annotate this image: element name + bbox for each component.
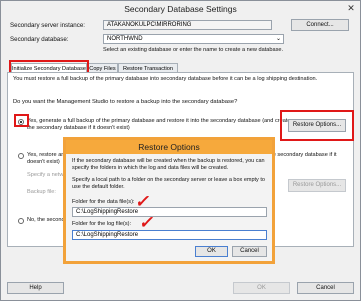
data-folder-label: Folder for the data file(s): bbox=[72, 199, 135, 205]
opt1-line2: the secondary database if it doesn't exi… bbox=[27, 125, 130, 131]
help-button[interactable]: Help bbox=[7, 282, 64, 294]
connect-button[interactable]: Connect... bbox=[291, 19, 349, 31]
dialog-ok-button[interactable]: OK bbox=[195, 246, 228, 257]
db-combo[interactable]: NORTHWND ⌄ bbox=[103, 34, 284, 44]
chevron-down-icon[interactable]: ⌄ bbox=[276, 35, 281, 42]
data-folder-input[interactable]: C:\LogShippingRestore bbox=[72, 207, 267, 217]
title-bar: Secondary Database Settings ✕ bbox=[1, 1, 360, 17]
dialog-cancel-button[interactable]: Cancel bbox=[232, 246, 267, 257]
restore-options-button-2[interactable]: Restore Options... bbox=[288, 179, 346, 192]
intro-text: You must restore a full backup of the pr… bbox=[13, 76, 318, 82]
dialog-title-bar: Restore Options bbox=[66, 140, 272, 154]
close-icon[interactable]: ✕ bbox=[346, 3, 356, 13]
radio-existing-backup[interactable] bbox=[18, 153, 24, 159]
log-folder-label: Folder for the log file(s): bbox=[72, 221, 132, 227]
dialog-text-1: If the secondary database will be create… bbox=[72, 158, 265, 171]
opt1-line1: Yes, generate a full backup of the prima… bbox=[27, 118, 291, 124]
db-combo-value: NORTHWND bbox=[107, 36, 143, 42]
server-label: Secondary server instance: bbox=[10, 22, 85, 29]
server-field: ATAKANOKULPC\MIRRORING bbox=[103, 20, 272, 30]
window-title: Secondary Database Settings bbox=[124, 4, 237, 14]
highlight-restore-options-box bbox=[280, 110, 354, 141]
db-hint: Select an existing database or enter the… bbox=[103, 47, 284, 53]
highlight-radio-box bbox=[14, 114, 29, 127]
opt2-line2: doesn't exist) bbox=[27, 159, 60, 165]
dialog-title: Restore Options bbox=[138, 142, 200, 152]
cancel-button[interactable]: Cancel bbox=[297, 282, 354, 294]
ok-button[interactable]: OK bbox=[233, 282, 290, 294]
question-text: Do you want the Management Studio to res… bbox=[13, 99, 238, 105]
dialog-text-2: Specify a local path to a folder on the … bbox=[72, 177, 265, 190]
backup-file-label: Backup file: bbox=[27, 189, 56, 195]
log-folder-input[interactable]: C:\LogShippingRestore bbox=[72, 230, 267, 240]
restore-options-dialog: Restore Options If the secondary databas… bbox=[63, 137, 275, 264]
db-label: Secondary database: bbox=[10, 36, 69, 43]
radio-no-initialize[interactable] bbox=[18, 218, 24, 224]
